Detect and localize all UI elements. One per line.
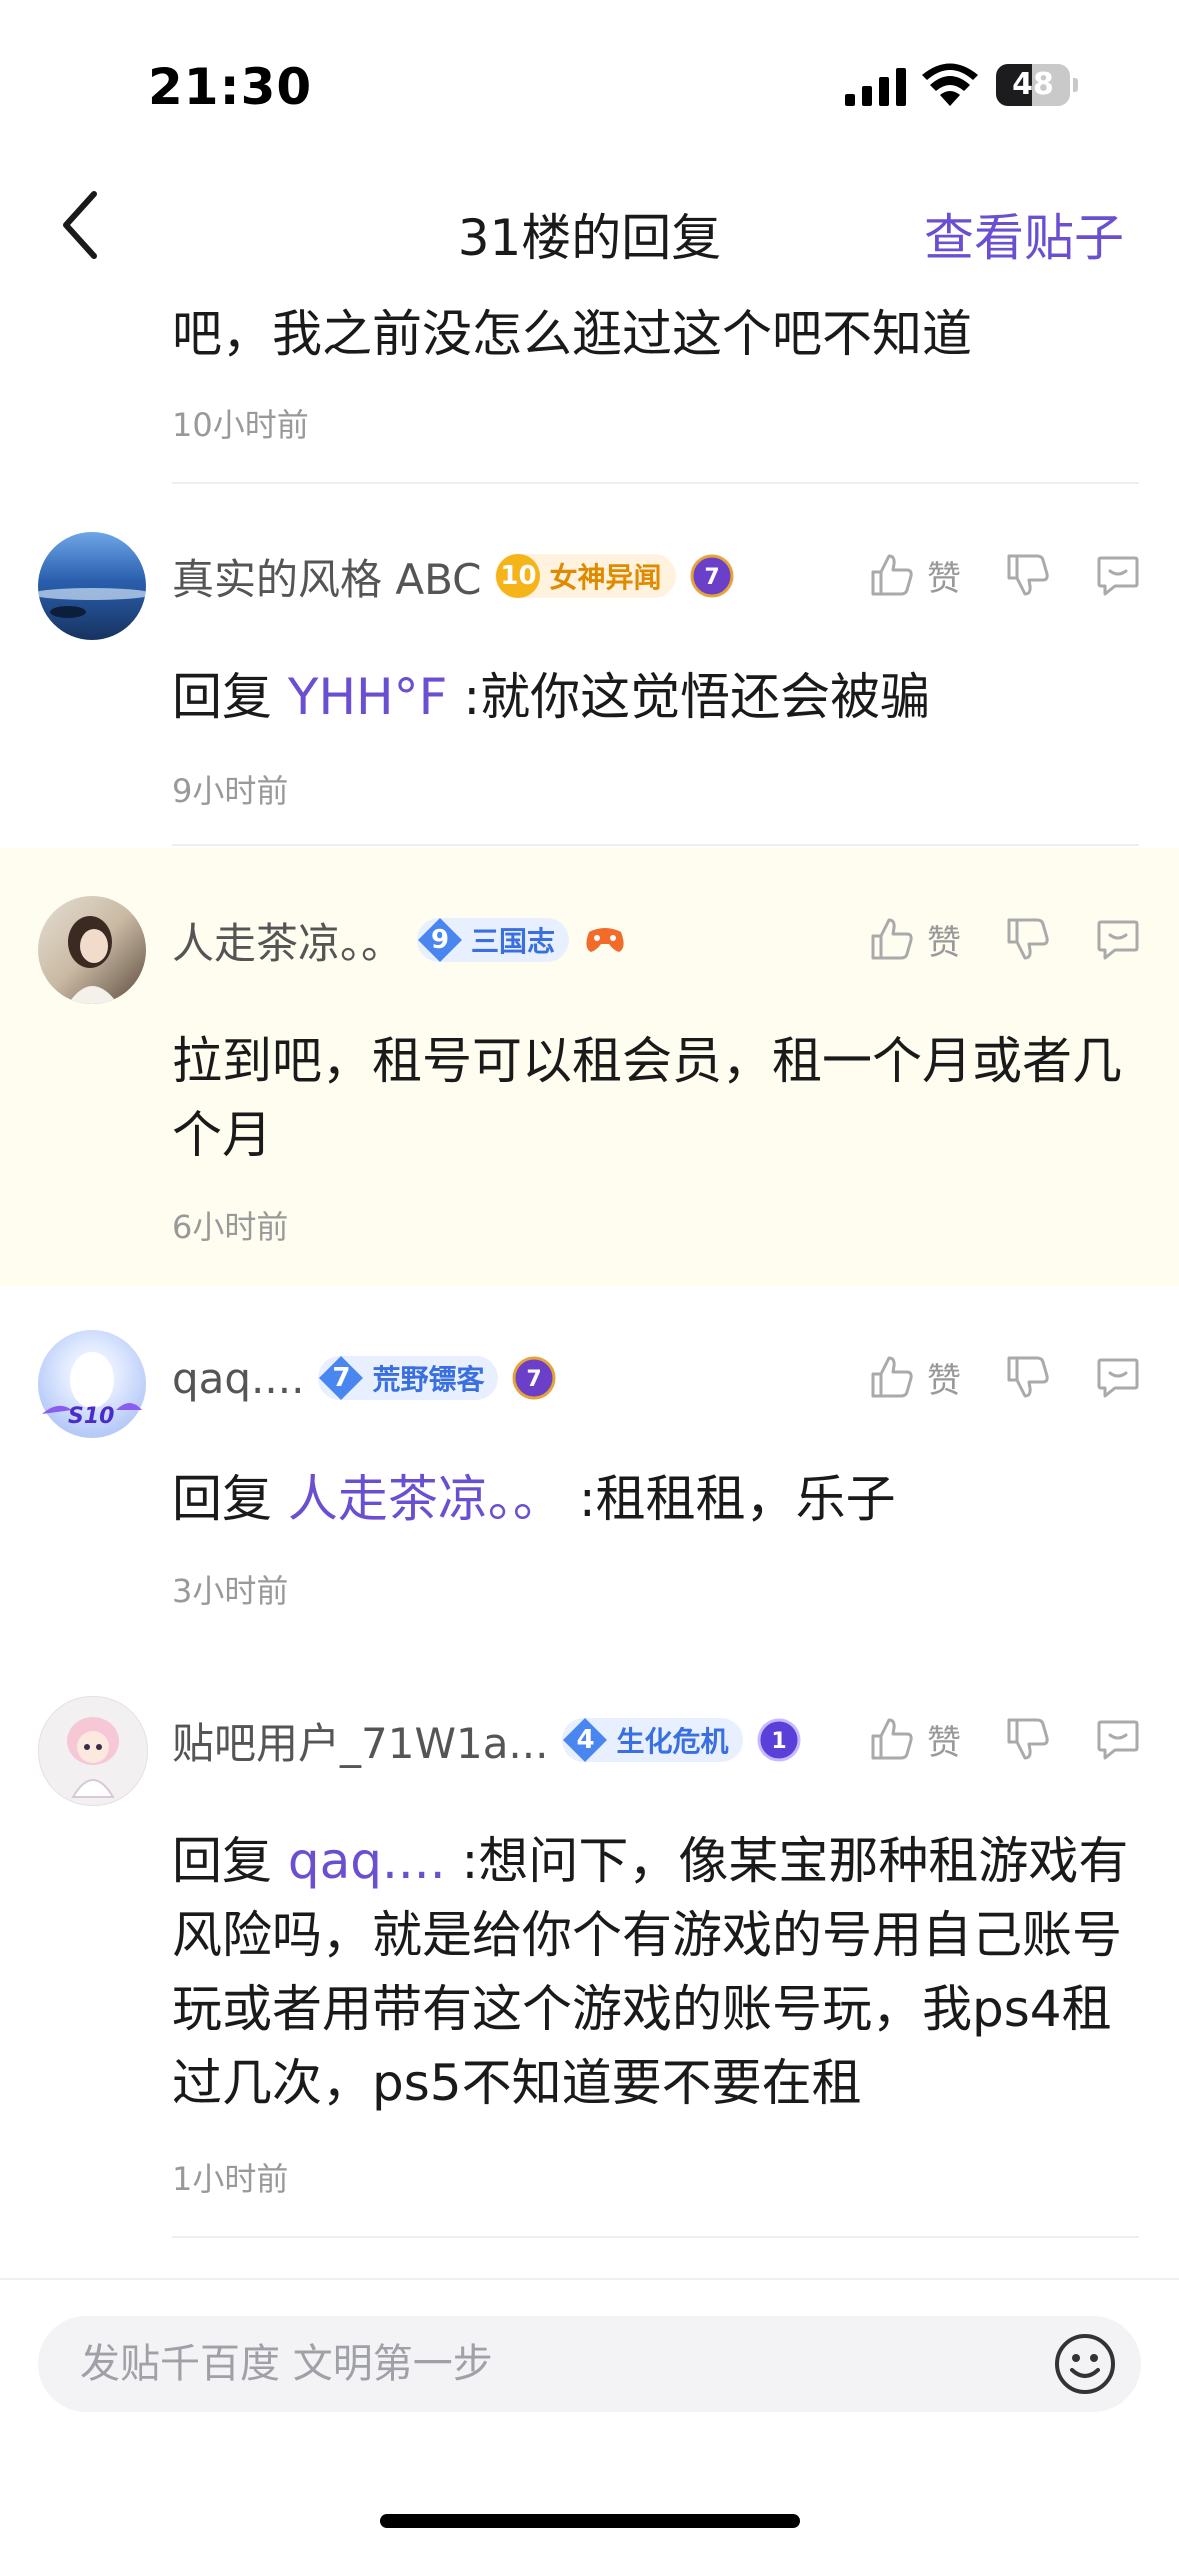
svg-text:7: 7 (527, 1367, 542, 1392)
like-button[interactable]: 赞 (869, 551, 961, 600)
medal-icon: 1 (757, 1718, 801, 1762)
forum-name: 荒野镖客 (372, 1363, 485, 1396)
username[interactable]: 真实的风格 ABC (172, 546, 481, 607)
user-row: 真实的风格 ABC 10 女神异闻 7 (172, 546, 734, 606)
comment-icon[interactable] (1095, 552, 1141, 598)
reply-actions: 赞 (869, 1704, 1141, 1774)
forum-level-badge[interactable]: 4 生化危机 (562, 1718, 743, 1762)
reply-time: 6小时前 (172, 1208, 289, 1246)
reply-input[interactable]: 发贴千百度 文明第一步 (38, 2316, 1141, 2412)
avatar[interactable] (38, 532, 146, 640)
user-row: 贴吧用户_71W1a... 4 生化危机 1 (172, 1710, 801, 1770)
reply-actions: 赞 (869, 540, 1141, 610)
nav-bar: 31楼的回复 查看贴子 (0, 150, 1179, 300)
user-row: 人走茶凉。。 9 三国志 (172, 910, 627, 970)
like-label: 赞 (927, 1722, 961, 1763)
avatar[interactable]: S10 (38, 1330, 146, 1438)
reply-text: 拉到吧，租号可以租会员，租一个月或者几个月 (172, 1032, 1122, 1164)
thumb-down-icon[interactable] (1005, 1716, 1051, 1762)
reply-time: 1小时前 (172, 2160, 289, 2198)
view-post-button[interactable]: 查看贴子 (924, 198, 1124, 270)
mention-link[interactable]: qaq.... (288, 1832, 446, 1890)
svg-text:1: 1 (771, 1729, 786, 1754)
comment-icon[interactable] (1095, 1716, 1141, 1762)
reply-time: 3小时前 (172, 1572, 289, 1610)
avatar[interactable] (38, 1696, 148, 1806)
signal-icon (845, 68, 906, 106)
forum-level-badge[interactable]: 9 三国志 (417, 918, 570, 962)
wifi-icon (922, 63, 978, 106)
username[interactable]: qaq.... (172, 1354, 304, 1403)
medal-icon: 7 (512, 1356, 556, 1400)
like-button[interactable]: 赞 (869, 1353, 961, 1402)
avatar-tag: S10 (68, 1404, 115, 1429)
reply-actions: 赞 (869, 1342, 1141, 1412)
reply-actions: 赞 (869, 904, 1141, 974)
comment-icon[interactable] (1095, 916, 1141, 962)
status-bar: 21:30 48 (0, 0, 1179, 150)
emoji-icon[interactable] (1053, 2332, 1117, 2396)
thumb-down-icon[interactable] (1005, 552, 1051, 598)
reply-item: 贴吧用户_71W1a... 4 生化危机 1 赞 回复 qaq.... :想问下… (0, 1648, 1179, 2238)
home-indicator (380, 2514, 800, 2528)
reply-text: 回复 人走茶凉。。 :租租租，乐子 (172, 1470, 896, 1528)
comment-icon[interactable] (1095, 1354, 1141, 1400)
battery-icon: 48 (996, 64, 1078, 106)
svg-text:7: 7 (704, 565, 719, 590)
parent-post-content: 吧，我之前没怎么逛过这个吧不知道 (172, 305, 972, 363)
reply-text: 回复 qaq.... :想问下，像某宝那种租游戏有风险吗，就是给你个有游戏的号用… (172, 1832, 1129, 2112)
user-row: qaq.... 7 荒野镖客 7 (172, 1348, 556, 1408)
thumb-down-icon[interactable] (1005, 916, 1051, 962)
reply-item: S10 qaq.... 7 荒野镖客 7 赞 回复 人走茶凉。。 :租租租，乐子… (0, 1286, 1179, 1648)
thumb-up-icon (871, 554, 913, 596)
divider (172, 844, 1139, 846)
username[interactable]: 贴吧用户_71W1a... (172, 1710, 548, 1771)
like-button[interactable]: 赞 (869, 1715, 961, 1764)
forum-name: 女神异闻 (549, 561, 662, 594)
battery-level: 48 (1012, 67, 1054, 102)
avatar[interactable] (38, 896, 146, 1004)
forum-level-badge[interactable]: 10 女神异闻 (495, 554, 676, 598)
forum-name: 三国志 (471, 925, 556, 958)
status-time: 21:30 (148, 58, 313, 116)
reply-text: 回复 YHH°F :就你这觉悟还会被骗 (172, 668, 931, 726)
thumb-up-icon (871, 1356, 913, 1398)
reply-item: 真实的风格 ABC 10 女神异闻 7 赞 回复 YHH°F :就你这觉悟还会被… (0, 484, 1179, 846)
like-label: 赞 (927, 558, 961, 599)
like-label: 赞 (927, 922, 961, 963)
mention-link[interactable]: 人走茶凉。。 (288, 1470, 563, 1528)
gamepad-icon (583, 918, 627, 962)
forum-name: 生化危机 (616, 1725, 729, 1758)
reply-item-highlighted: 人走茶凉。。 9 三国志 赞 拉到吧，租号可以租会员，租一个月或者几个月 6小时… (0, 848, 1179, 1286)
username[interactable]: 人走茶凉。。 (172, 910, 403, 971)
thumb-up-icon (871, 918, 913, 960)
thumb-up-icon (871, 1718, 913, 1760)
thumb-down-icon[interactable] (1005, 1354, 1051, 1400)
divider (172, 2236, 1139, 2238)
reply-time: 9小时前 (172, 772, 289, 810)
parent-post-text: 吧，我之前没怎么逛过这个吧不知道 10小时前 (172, 300, 972, 446)
forum-level-badge[interactable]: 7 荒野镖客 (318, 1356, 499, 1400)
like-label: 赞 (927, 1360, 961, 1401)
reply-input-placeholder: 发贴千百度 文明第一步 (80, 2341, 493, 2387)
mention-link[interactable]: YHH°F (288, 668, 448, 726)
like-button[interactable]: 赞 (869, 915, 961, 964)
medal-icon: 7 (690, 554, 734, 598)
parent-post-time: 10小时前 (172, 406, 309, 444)
